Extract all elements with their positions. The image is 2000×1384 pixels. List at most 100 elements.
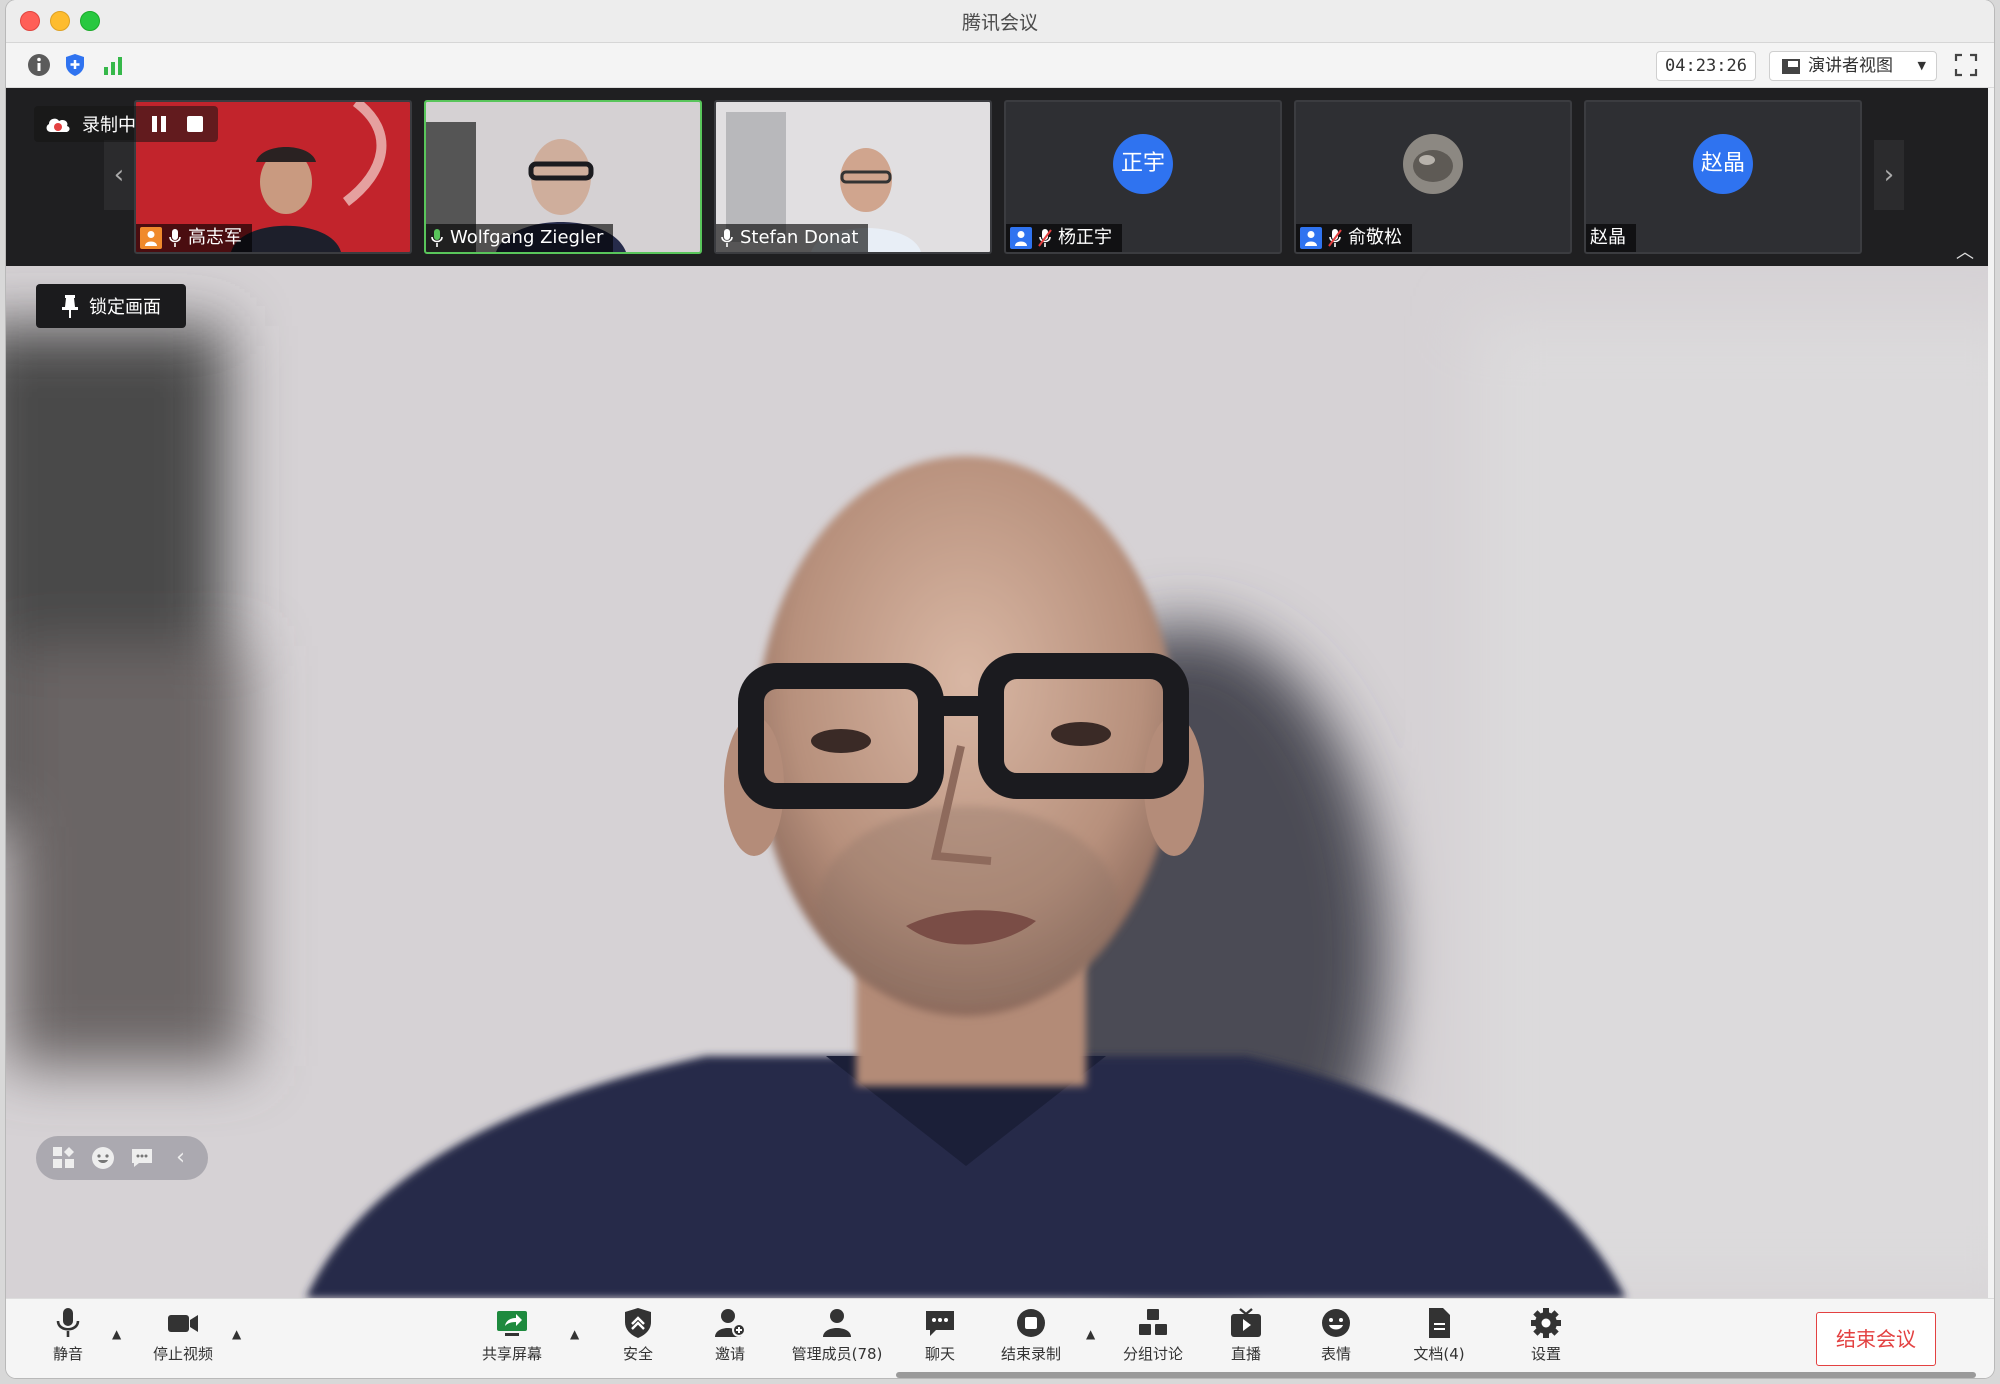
microphone-icon <box>169 229 181 247</box>
floating-mini-toolbar: ‹ <box>36 1136 208 1180</box>
info-icon[interactable] <box>26 52 52 78</box>
manage-members-button[interactable]: 管理成员(78) <box>782 1307 892 1364</box>
chat-icon <box>926 1311 954 1336</box>
documents-label: 文档(4) <box>1413 1345 1465 1363</box>
breakout-icon <box>1139 1309 1167 1335</box>
fullscreen-icon[interactable] <box>1954 53 1978 77</box>
microphone-muted-icon <box>1038 229 1052 247</box>
share-screen-label: 共享屏幕 <box>481 1345 542 1363</box>
invite-label: 邀请 <box>714 1345 745 1363</box>
meeting-timer: 04:23:26 <box>1656 51 1756 81</box>
security-button[interactable]: 安全 <box>608 1307 668 1364</box>
emoji-icon <box>1322 1309 1350 1337</box>
participant-name: 赵晶 <box>1590 227 1626 248</box>
participant-strip: ‹ 高志军 Wolfgang Ziegler Stefan Donat 正宇 杨… <box>6 88 1988 266</box>
live-label: 直播 <box>1230 1345 1261 1363</box>
view-mode-dropdown[interactable]: 演讲者视图 ▼ <box>1769 51 1937 81</box>
emoji-label: 表情 <box>1320 1345 1351 1363</box>
security-label: 安全 <box>622 1345 653 1363</box>
stop-record-icon <box>1017 1309 1045 1337</box>
shield-icon <box>625 1308 651 1338</box>
audio-options-caret-icon[interactable]: ▲ <box>112 1327 121 1341</box>
microphone-icon <box>721 229 733 247</box>
participant-name: 杨正宇 <box>1058 227 1112 248</box>
speaker-view-icon <box>1782 59 1800 74</box>
gear-icon <box>1531 1308 1561 1338</box>
participant-avatar-photo <box>1403 134 1463 194</box>
security-shield-icon[interactable] <box>62 52 88 78</box>
stop-recording-label: 结束录制 <box>1000 1345 1061 1363</box>
lock-view-button[interactable]: 锁定画面 <box>36 284 186 328</box>
manage-members-label: 管理成员(78) <box>791 1345 883 1363</box>
microphone-active-icon <box>431 229 443 247</box>
participant-name: 高志军 <box>188 227 242 248</box>
breakout-rooms-button[interactable]: 分组讨论 <box>1112 1307 1194 1364</box>
settings-label: 设置 <box>1530 1345 1561 1363</box>
participant-tile[interactable]: 俞敬松 <box>1294 100 1572 254</box>
participant-nameplate: 高志军 <box>136 224 252 252</box>
live-stream-button[interactable]: 直播 <box>1216 1307 1276 1364</box>
share-screen-button[interactable]: 共享屏幕 <box>466 1307 558 1364</box>
participant-avatar: 赵晶 <box>1693 134 1753 194</box>
end-meeting-button[interactable]: 结束会议 <box>1816 1312 1936 1366</box>
video-options-caret-icon[interactable]: ▲ <box>232 1327 241 1341</box>
host-icon <box>140 227 162 249</box>
chat-label: 聊天 <box>924 1345 955 1363</box>
meeting-info-bar: 04:23:26 演讲者视图 ▼ <box>6 43 1994 88</box>
meeting-toolbar: 静音 ▲ 停止视频 ▲ 共享屏幕 ▲ 安全 邀请 管理成员(78) 聊天 结束录… <box>6 1298 1994 1378</box>
emoji-icon[interactable] <box>90 1145 116 1171</box>
participant-nameplate: 杨正宇 <box>1006 224 1122 252</box>
stop-recording-toolbar-button[interactable]: 结束录制 <box>992 1307 1070 1364</box>
document-icon <box>1429 1308 1450 1338</box>
mute-button[interactable]: 静音 <box>28 1307 108 1364</box>
emoji-button[interactable]: 表情 <box>1306 1307 1366 1364</box>
strip-next-button[interactable]: › <box>1874 140 1904 210</box>
share-screen-icon <box>497 1311 527 1336</box>
participant-tile[interactable]: 正宇 杨正宇 <box>1004 100 1282 254</box>
settings-button[interactable]: 设置 <box>1516 1307 1576 1364</box>
main-speaker-video <box>6 266 1988 1298</box>
participant-tile-active-speaker[interactable]: Wolfgang Ziegler <box>424 100 702 254</box>
participant-name: Wolfgang Ziegler <box>450 227 604 248</box>
participant-avatar: 正宇 <box>1113 134 1173 194</box>
participant-nameplate: Wolfgang Ziegler <box>426 224 614 252</box>
add-user-icon <box>715 1309 746 1337</box>
chat-icon[interactable] <box>129 1145 155 1171</box>
mute-label: 静音 <box>52 1345 83 1363</box>
share-options-caret-icon[interactable]: ▲ <box>570 1327 579 1341</box>
collapse-strip-chevron-up-icon[interactable]: ︿ <box>1956 238 1974 264</box>
member-badge-icon <box>1010 227 1032 249</box>
network-signal-icon[interactable] <box>100 52 126 78</box>
documents-button[interactable]: 文档(4) <box>1406 1307 1472 1364</box>
window-title: 腾讯会议 <box>961 12 1038 34</box>
stop-recording-button[interactable] <box>182 111 208 137</box>
lock-view-label: 锁定画面 <box>89 297 161 318</box>
chevron-down-icon: ▼ <box>1917 59 1926 72</box>
recording-indicator: 录制中 <box>34 106 218 142</box>
strip-prev-button[interactable]: ‹ <box>104 140 134 210</box>
horizontal-scrollbar[interactable] <box>896 1372 1976 1378</box>
participant-tile[interactable]: 赵晶 赵晶 <box>1584 100 1862 254</box>
chat-button[interactable]: 聊天 <box>910 1307 970 1364</box>
live-tv-icon <box>1231 1308 1261 1337</box>
invite-button[interactable]: 邀请 <box>700 1307 760 1364</box>
title-bar: 腾讯会议 <box>6 0 1994 43</box>
participant-name: Stefan Donat <box>740 227 859 248</box>
pause-recording-button[interactable] <box>146 111 172 137</box>
chevron-left-icon[interactable]: ‹ <box>168 1145 194 1171</box>
microphone-muted-icon <box>1328 229 1342 247</box>
layout-grid-icon[interactable] <box>51 1145 77 1171</box>
record-options-caret-icon[interactable]: ▲ <box>1086 1327 1095 1341</box>
video-camera-icon <box>168 1315 198 1332</box>
participant-tile[interactable]: Stefan Donat <box>714 100 992 254</box>
participant-name: 俞敬松 <box>1348 227 1402 248</box>
cloud-record-icon <box>46 118 70 132</box>
video-stage: ‹ 高志军 Wolfgang Ziegler Stefan Donat 正宇 杨… <box>6 88 1988 1298</box>
member-badge-icon <box>1300 227 1322 249</box>
participant-nameplate: 赵晶 <box>1586 224 1636 252</box>
participant-nameplate: 俞敬松 <box>1296 224 1412 252</box>
members-icon <box>823 1309 851 1337</box>
stop-video-button[interactable]: 停止视频 <box>138 1307 228 1364</box>
microphone-icon <box>56 1308 80 1337</box>
view-mode-label: 演讲者视图 <box>1808 56 1893 76</box>
